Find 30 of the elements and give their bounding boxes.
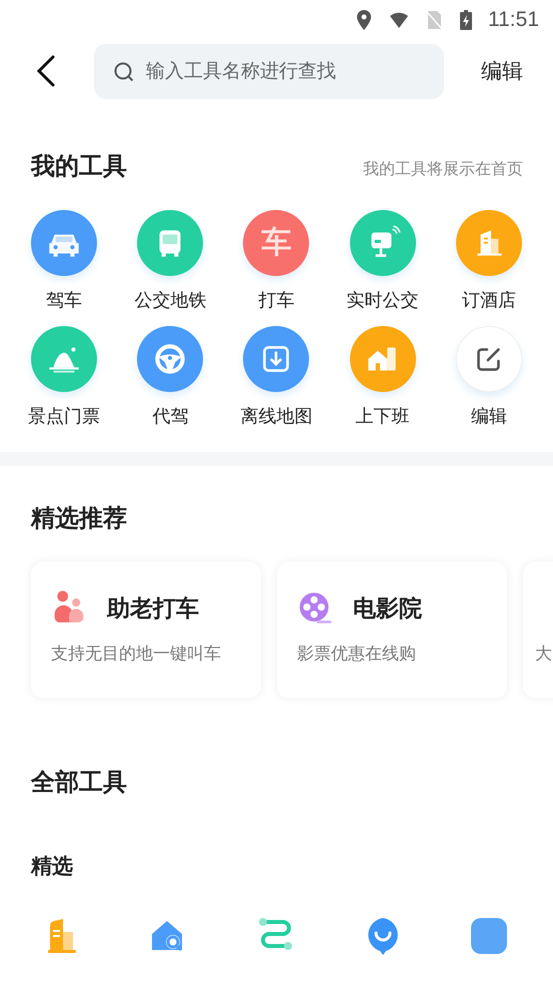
recommendation-card[interactable]: 助老打车 支持无目的地一键叫车	[31, 562, 261, 698]
film-reel-icon	[297, 590, 333, 626]
location-icon	[354, 9, 374, 31]
tool-shortcut[interactable]: 代驾	[117, 326, 224, 428]
tool-shortcut[interactable]: 订酒店	[436, 210, 542, 312]
section-title: 我的工具	[31, 151, 127, 182]
card-subtitle: 影票优惠在线购	[297, 643, 417, 665]
section-title: 精选推荐	[31, 503, 127, 534]
recommendation-card[interactable]: 大	[523, 562, 553, 698]
card-title: 助老打车	[107, 594, 199, 624]
search-icon	[113, 60, 135, 82]
card-subtitle: 大	[535, 643, 553, 665]
tool-shortcut[interactable]: 公交地铁	[117, 210, 224, 312]
tool-shortcut[interactable]: 上下班	[330, 326, 436, 428]
tool-shortcut[interactable]: 景点门票	[11, 326, 118, 428]
tool-shortcut[interactable]: 车 打车	[223, 210, 330, 312]
clock: 11:51	[488, 8, 539, 32]
edit-button[interactable]: 编辑	[481, 57, 523, 85]
group-title: 精选	[31, 853, 74, 880]
card-subtitle: 支持无目的地一键叫车	[51, 643, 222, 665]
search-field[interactable]: 输入工具名称进行查找	[94, 44, 444, 98]
tool-shortcut[interactable]: 编辑	[436, 326, 542, 428]
recommendation-card[interactable]: 电影院 影票优惠在线购	[277, 562, 507, 698]
taxi-icon: 车	[261, 228, 292, 258]
tool-shortcut[interactable]: 驾车	[11, 210, 118, 312]
section-title: 全部工具	[31, 767, 127, 798]
card-title: 电影院	[353, 594, 422, 624]
tool-shortcut[interactable]: 离线地图	[223, 326, 330, 428]
section-hint: 我的工具将展示在首页	[363, 159, 523, 180]
tool-shortcut[interactable]: 实时公交	[330, 210, 436, 312]
